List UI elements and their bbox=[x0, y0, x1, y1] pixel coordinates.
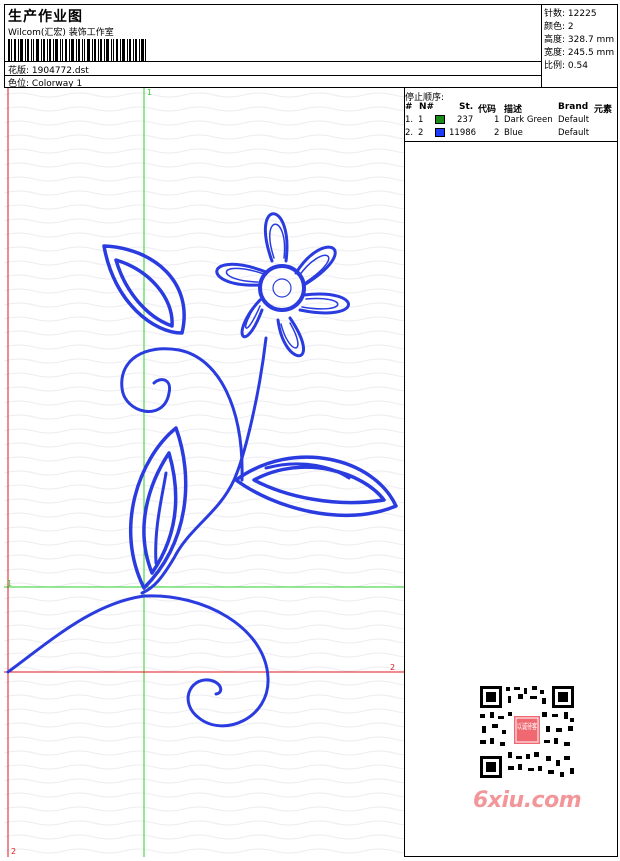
row-stitches: 237 bbox=[457, 115, 474, 125]
stitch-count-value: 12225 bbox=[567, 9, 597, 19]
color-swatch bbox=[435, 128, 445, 137]
design-width-value: 245.5 mm bbox=[567, 48, 615, 58]
qr-code-image: 以诚待客 bbox=[474, 682, 580, 782]
row-code: 2 bbox=[494, 128, 500, 138]
design-width: 宽度: 245.5 mm bbox=[544, 45, 614, 58]
design-ratio-label: 比例: bbox=[544, 61, 566, 71]
col-stitches: St. bbox=[459, 102, 474, 112]
col-brand: Brand bbox=[558, 102, 589, 112]
row-stitches: 11986 bbox=[449, 128, 477, 138]
design-ratio-value: 0.54 bbox=[567, 61, 588, 71]
watermark-text: 6xiu.com bbox=[473, 788, 582, 813]
row-brand: Default bbox=[558, 115, 590, 125]
row-description: Dark Green bbox=[504, 115, 553, 125]
seal-text: 以诚待客 bbox=[517, 721, 537, 731]
color-count-value: 2 bbox=[567, 22, 574, 32]
stitch-count: 针数: 12225 bbox=[544, 6, 597, 19]
col-no: N# bbox=[419, 102, 435, 112]
design-width-label: 宽度: bbox=[544, 48, 566, 58]
stats-panel: 针数: 12225 颜色: 2 高度: 328.7 mm 宽度: 245.5 m… bbox=[542, 4, 618, 88]
design-height-value: 328.7 mm bbox=[567, 35, 615, 45]
color-count-label: 颜色: bbox=[544, 22, 566, 32]
barcode bbox=[8, 39, 146, 61]
col-element: 元素 bbox=[594, 105, 613, 115]
stop-sequence-panel: 停止顺序: # N# St. 代码 描述 Brand 元素 1. 1 237 1… bbox=[405, 88, 618, 142]
header-divider bbox=[4, 75, 541, 76]
design-canvas: 1 1 2 2 bbox=[4, 88, 405, 857]
design-height-label: 高度: bbox=[544, 35, 566, 45]
row-code: 1 bbox=[494, 115, 500, 125]
guide-label-red-horizontal: 2 bbox=[390, 663, 395, 672]
qr-code: 以诚待客 bbox=[474, 682, 580, 782]
row-index: 2. bbox=[405, 128, 414, 138]
stitch-count-label: 针数: bbox=[544, 9, 566, 19]
row-index: 1. bbox=[405, 115, 414, 125]
color-swatch bbox=[435, 115, 445, 124]
col-hash: # bbox=[405, 102, 413, 112]
guide-label-red-vertical: 2 bbox=[11, 847, 16, 856]
embroidery-design: 1 1 2 2 bbox=[4, 88, 404, 857]
design-height: 高度: 328.7 mm bbox=[544, 32, 614, 45]
col-description: 描述 bbox=[504, 105, 523, 115]
guide-label-green-horizontal: 1 bbox=[7, 579, 12, 588]
design-ratio: 比例: 0.54 bbox=[544, 58, 588, 71]
col-code: 代码 bbox=[478, 105, 497, 115]
header-divider bbox=[4, 61, 541, 62]
color-count: 颜色: 2 bbox=[544, 19, 574, 32]
row-brand: Default bbox=[558, 128, 590, 138]
row-description: Blue bbox=[504, 128, 523, 138]
header-info: 生产作业图 Wilcom(汇宏) 装饰工作室 花版: 1904772.dst 色… bbox=[4, 4, 542, 89]
row-no: 2 bbox=[418, 128, 424, 138]
page-title: 生产作业图 bbox=[8, 9, 83, 25]
guide-label-green-vertical: 1 bbox=[147, 88, 152, 97]
row-no: 1 bbox=[418, 115, 424, 125]
company-name: Wilcom(汇宏) 装饰工作室 bbox=[8, 28, 114, 38]
